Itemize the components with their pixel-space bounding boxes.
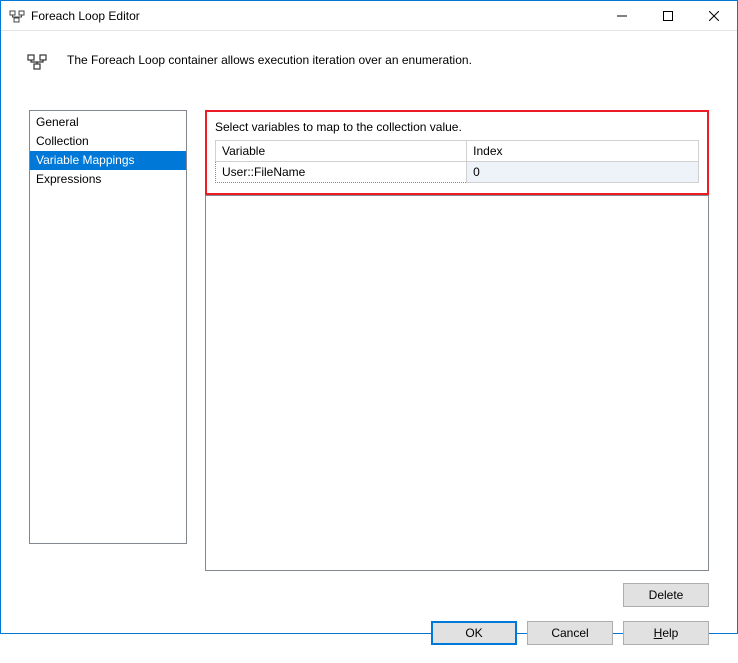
ok-button[interactable]: OK [431, 621, 517, 645]
help-button[interactable]: Help [623, 621, 709, 645]
nav-item-collection[interactable]: Collection [30, 132, 186, 151]
window-title: Foreach Loop Editor [31, 9, 140, 23]
content-area: Select variables to map to the collectio… [205, 110, 709, 607]
col-header-variable[interactable]: Variable [216, 141, 467, 162]
description-text: The Foreach Loop container allows execut… [67, 51, 472, 67]
minimize-button[interactable] [599, 1, 645, 31]
cancel-button[interactable]: Cancel [527, 621, 613, 645]
dialog-footer: OK Cancel Help [1, 607, 737, 663]
nav-item-expressions[interactable]: Expressions [30, 170, 186, 189]
cell-index[interactable]: 0 [467, 162, 699, 183]
nav-item-variable-mappings[interactable]: Variable Mappings [30, 151, 186, 170]
app-icon [9, 8, 25, 24]
delete-button[interactable]: Delete [623, 583, 709, 607]
table-row[interactable]: User::FileName 0 [216, 162, 699, 183]
titlebar: Foreach Loop Editor [1, 1, 737, 31]
maximize-button[interactable] [645, 1, 691, 31]
help-rest: elp [662, 626, 678, 640]
dialog-body: General Collection Variable Mappings Exp… [1, 94, 737, 607]
instruction-text: Select variables to map to the collectio… [215, 118, 699, 134]
nav-panel: General Collection Variable Mappings Exp… [29, 110, 187, 544]
description-row: The Foreach Loop container allows execut… [1, 31, 737, 94]
mapping-grid[interactable]: Variable Index User::FileName 0 [215, 140, 699, 183]
close-button[interactable] [691, 1, 737, 31]
dialog-window: Foreach Loop Editor The Foreach Loop con… [0, 0, 738, 634]
content-panel [205, 195, 709, 571]
col-header-index[interactable]: Index [467, 141, 699, 162]
nav-item-general[interactable]: General [30, 113, 186, 132]
highlight-box: Select variables to map to the collectio… [205, 110, 709, 195]
cell-variable[interactable]: User::FileName [216, 162, 467, 183]
container-icon [27, 51, 47, 74]
